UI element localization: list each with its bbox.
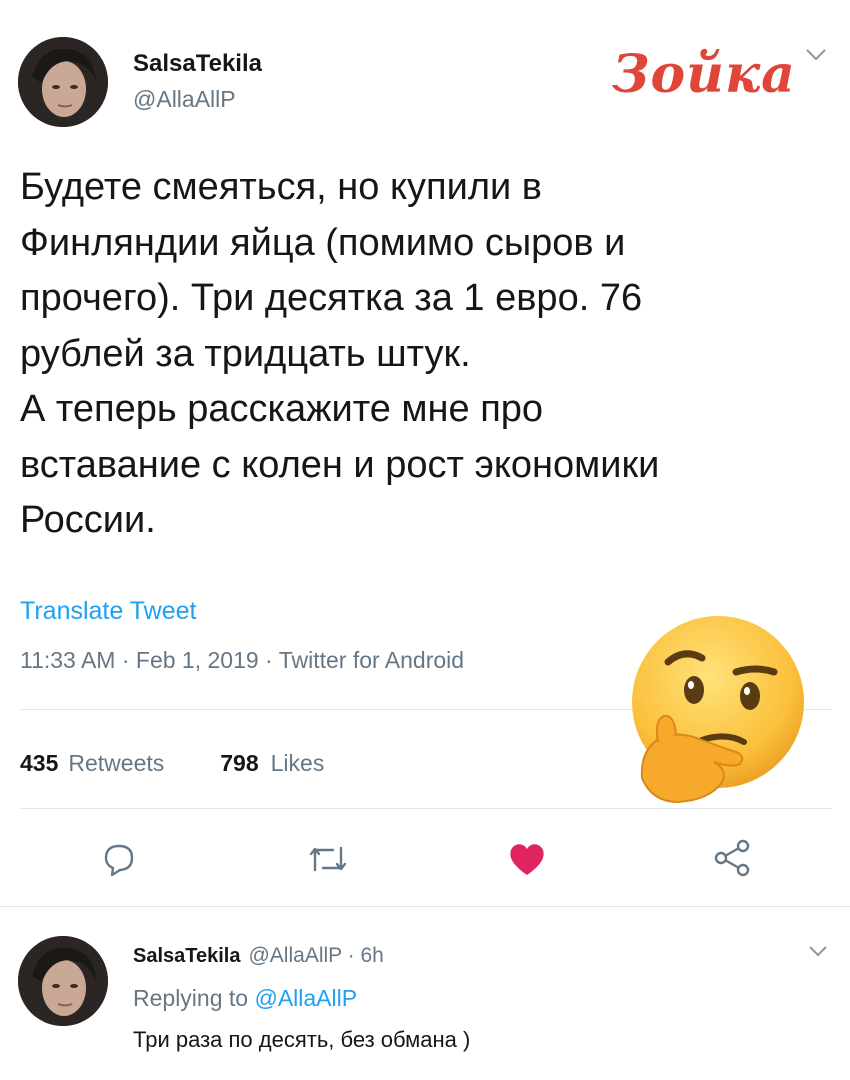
share-icon [712,839,752,882]
heart-icon [507,844,547,882]
likes-count[interactable]: 798 [220,750,258,777]
reply-text: Три раза по десять, без обмана ) [133,1027,471,1052]
chevron-down-icon[interactable] [808,945,828,963]
tweet-stats: 435 Retweets 798 Likes [20,750,324,777]
share-button[interactable] [712,838,752,883]
chevron-down-icon[interactable] [805,48,827,67]
retweets-count[interactable]: 435 [20,750,58,777]
reply-author-avatar[interactable] [18,936,108,1026]
thinking-face-icon [618,610,808,815]
divider [0,906,850,907]
reply-button[interactable] [100,840,138,883]
replying-prefix: Replying to [133,985,249,1011]
replying-to: Replying to @AllaAllP [133,985,357,1012]
reply-header: SalsaTekila @AllaAllP · 6h [133,944,384,968]
author-handle[interactable]: @AllaAllP [133,86,236,113]
author-avatar[interactable] [18,37,108,127]
reply-meta[interactable]: @AllaAllP · 6h [248,944,383,968]
like-button[interactable] [507,840,547,883]
watermark-logo: Зойка [612,44,796,105]
comment-icon [100,844,138,882]
retweet-icon [307,846,349,882]
translate-tweet-link[interactable]: Translate Tweet [20,597,196,626]
replying-handle-link[interactable]: @AllaAllP [254,985,357,1011]
likes-label[interactable]: Likes [271,750,325,777]
retweets-label[interactable]: Retweets [68,750,164,777]
tweet-timestamp[interactable]: 11:33 AM · Feb 1, 2019 · Twitter for And… [20,647,464,674]
reply-author-name[interactable]: SalsaTekila [133,945,240,968]
retweet-button[interactable] [307,840,349,883]
author-name[interactable]: SalsaTekila [133,50,262,78]
tweet-text: Будете смеяться, но купили в Финляндии я… [20,166,660,541]
